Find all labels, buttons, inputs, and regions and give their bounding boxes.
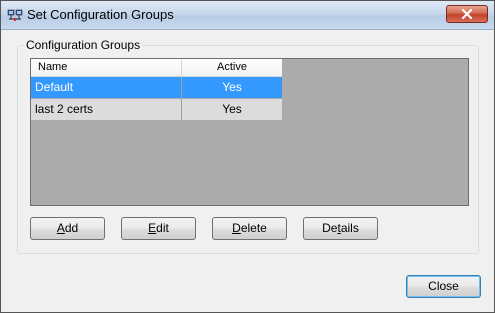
delete-button[interactable]: Delete: [212, 217, 287, 240]
row-active-cell[interactable]: Yes: [182, 77, 282, 98]
window-close-button[interactable]: [446, 5, 488, 23]
edit-label-rest: dit: [156, 221, 169, 235]
table-row[interactable]: last 2 certs Yes: [31, 99, 282, 120]
title-bar[interactable]: Set Configuration Groups: [1, 1, 494, 30]
column-header-active[interactable]: Active: [182, 59, 282, 76]
row-name-cell[interactable]: Default: [31, 77, 182, 98]
table-row[interactable]: Default Yes: [31, 77, 282, 98]
add-mnemonic: A: [56, 221, 65, 235]
delete-label-rest: elete: [240, 221, 267, 235]
window-title: Set Configuration Groups: [27, 7, 174, 22]
dialog-window: Set Configuration Groups Configuration G…: [0, 0, 495, 313]
configuration-groups-grid[interactable]: Name Active Default Yes last 2 certs Yes: [30, 58, 469, 206]
row-name-cell[interactable]: last 2 certs: [31, 99, 182, 120]
delete-mnemonic: D: [232, 221, 241, 235]
details-label-pre: De: [322, 221, 338, 235]
edit-mnemonic: E: [148, 221, 157, 235]
network-config-icon: [7, 7, 23, 23]
details-button[interactable]: Details: [303, 217, 378, 240]
dialog-client-area: Configuration Groups Name Active Default…: [2, 30, 493, 312]
groupbox-title: Configuration Groups: [24, 38, 143, 52]
details-label-rest: ails: [340, 221, 359, 235]
close-icon: [461, 9, 473, 19]
close-button[interactable]: Close: [406, 275, 481, 298]
column-header-name[interactable]: Name: [31, 59, 182, 76]
row-active-cell[interactable]: Yes: [182, 99, 282, 120]
add-label-rest: dd: [64, 221, 79, 235]
edit-button[interactable]: Edit: [121, 217, 196, 240]
add-button[interactable]: Add: [30, 217, 105, 240]
grid-header: Name Active: [31, 59, 282, 77]
